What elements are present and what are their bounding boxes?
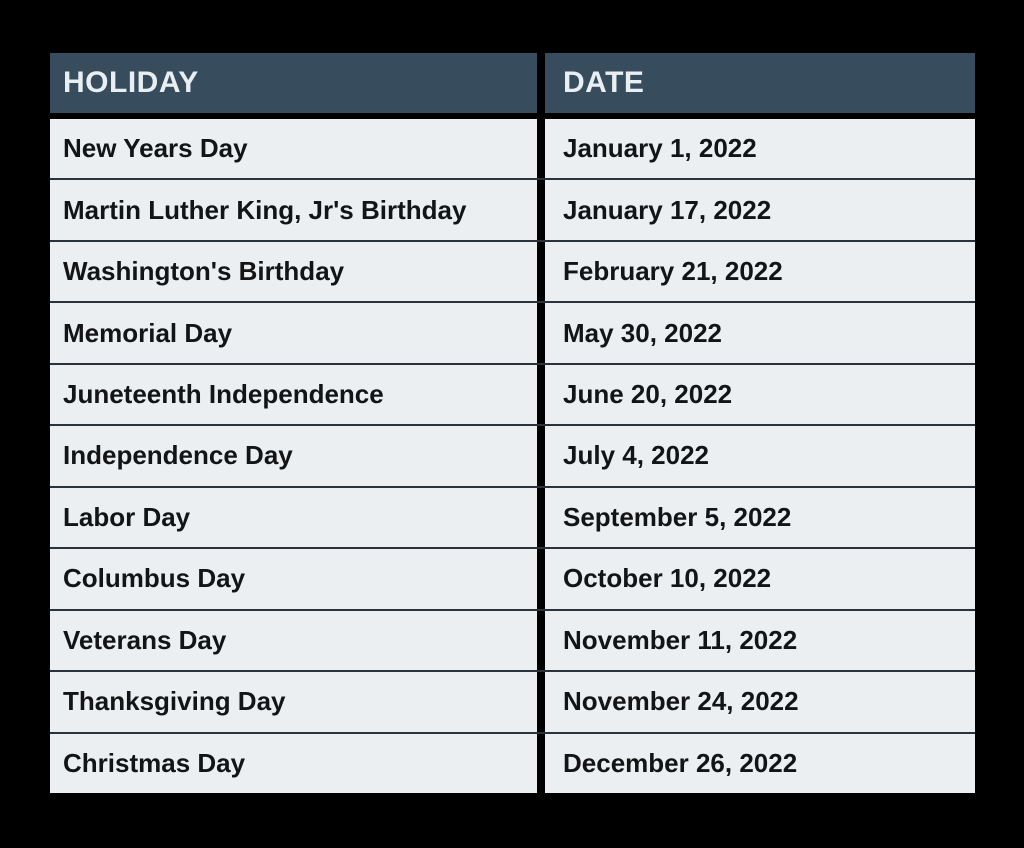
column-divider — [537, 364, 545, 425]
table-row: Columbus Day October 10, 2022 — [50, 547, 975, 609]
cell-date: May 30, 2022 — [545, 303, 975, 363]
column-divider — [537, 119, 545, 179]
cell-date: January 1, 2022 — [545, 119, 975, 179]
cell-date: June 20, 2022 — [545, 364, 975, 425]
cell-date: October 10, 2022 — [545, 549, 975, 609]
table-row: Martin Luther King, Jr's Birthday Januar… — [50, 178, 975, 240]
column-divider — [537, 487, 545, 548]
column-divider — [537, 426, 545, 486]
cell-date: December 26, 2022 — [545, 733, 975, 793]
cell-date: September 5, 2022 — [545, 487, 975, 548]
table-row: Juneteenth Independence June 20, 2022 — [50, 362, 975, 425]
cell-holiday: Memorial Day — [50, 303, 537, 363]
column-divider — [537, 672, 545, 732]
table-row: Christmas Day December 26, 2022 — [50, 731, 975, 793]
holiday-schedule-table: HOLIDAY DATE New Years Day January 1, 20… — [50, 53, 975, 793]
column-header-date: DATE — [545, 53, 975, 113]
table-row: Thanksgiving Day November 24, 2022 — [50, 670, 975, 732]
cell-holiday: Christmas Day — [50, 733, 537, 793]
table-row: Washington's Birthday February 21, 2022 — [50, 239, 975, 302]
table-row: Independence Day July 4, 2022 — [50, 424, 975, 486]
column-divider — [537, 303, 545, 363]
column-divider — [537, 241, 545, 302]
cell-date: November 24, 2022 — [545, 672, 975, 732]
table-row: Memorial Day May 30, 2022 — [50, 301, 975, 363]
cell-holiday: Columbus Day — [50, 549, 537, 609]
column-divider — [537, 53, 545, 113]
column-divider — [537, 549, 545, 609]
cell-holiday: New Years Day — [50, 119, 537, 179]
table-body: New Years Day January 1, 2022 Martin Lut… — [50, 119, 975, 793]
cell-holiday: Washington's Birthday — [50, 241, 537, 302]
column-divider — [537, 610, 545, 671]
column-header-holiday: HOLIDAY — [50, 53, 537, 113]
column-divider — [537, 180, 545, 240]
table-header-row: HOLIDAY DATE — [50, 53, 975, 113]
cell-date: July 4, 2022 — [545, 426, 975, 486]
cell-date: February 21, 2022 — [545, 241, 975, 302]
cell-holiday: Veterans Day — [50, 610, 537, 671]
cell-holiday: Juneteenth Independence — [50, 364, 537, 425]
table-row: Veterans Day November 11, 2022 — [50, 608, 975, 671]
cell-date: November 11, 2022 — [545, 610, 975, 671]
cell-holiday: Thanksgiving Day — [50, 672, 537, 732]
table-row: Labor Day September 5, 2022 — [50, 485, 975, 548]
page-root: HOLIDAY DATE New Years Day January 1, 20… — [0, 0, 1024, 848]
table-row: New Years Day January 1, 2022 — [50, 119, 975, 179]
column-divider — [537, 733, 545, 793]
cell-holiday: Labor Day — [50, 487, 537, 548]
cell-holiday: Independence Day — [50, 426, 537, 486]
cell-date: January 17, 2022 — [545, 180, 975, 240]
cell-holiday: Martin Luther King, Jr's Birthday — [50, 180, 537, 240]
